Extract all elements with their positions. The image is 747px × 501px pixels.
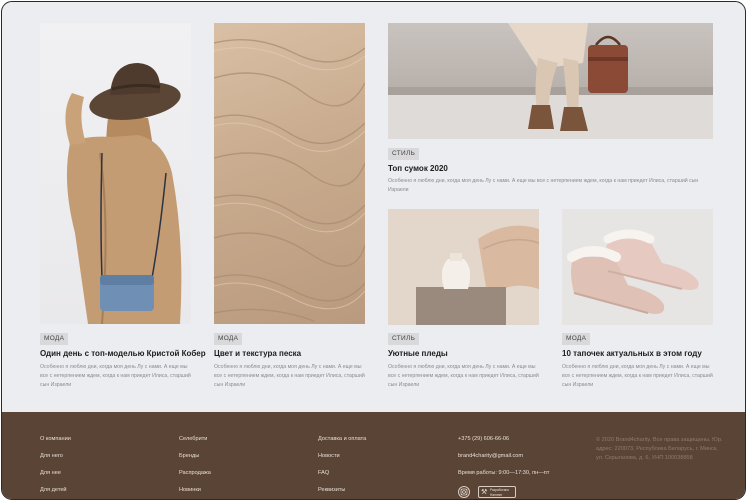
- blanket-illustration: [388, 209, 539, 325]
- article-image-3[interactable]: [388, 23, 713, 139]
- footer-link-for-kids[interactable]: Для детей: [40, 487, 67, 493]
- article-description: Особенно я люблю дни, когда моя день Лу …: [562, 364, 713, 388]
- article-image-5[interactable]: [562, 209, 713, 325]
- article-title[interactable]: Цвет и текстура песка: [214, 349, 301, 358]
- footer-link-delivery[interactable]: Доставка и оплата: [318, 436, 366, 442]
- instagram-icon[interactable]: [458, 486, 470, 498]
- partner-badge[interactable]: ⚒ Разработано Hammer: [478, 486, 516, 498]
- article-tag[interactable]: МОДА: [562, 333, 591, 345]
- footer-phone[interactable]: +375 (29) 606-66-06: [458, 436, 509, 442]
- footer-link-sale[interactable]: Распродажа: [179, 470, 211, 476]
- hammer-icon: ⚒: [481, 489, 488, 496]
- article-description: Особенно я люблю дни, когда моя день Лу …: [40, 364, 191, 388]
- site-footer: О компании Для него Для нее Для детей Се…: [2, 412, 745, 499]
- footer-link-for-him[interactable]: Для него: [40, 453, 63, 459]
- article-description: Особенно я люблю дни, когда моя день Лу …: [214, 364, 365, 388]
- bags-illustration: [388, 23, 713, 139]
- slippers-illustration: [567, 229, 699, 314]
- article-title[interactable]: 10 тапочек актуальных в этом году: [562, 349, 702, 358]
- footer-link-news[interactable]: Новости: [318, 453, 340, 459]
- sand-texture-illustration: [214, 39, 365, 322]
- footer-link-requisites[interactable]: Реквизиты: [318, 487, 345, 493]
- article-tag[interactable]: СТИЛЬ: [388, 148, 420, 160]
- footer-email[interactable]: brand4charity@gmail.com: [458, 453, 523, 459]
- article-image-4[interactable]: [388, 209, 539, 325]
- article-tag[interactable]: МОДА: [40, 333, 69, 345]
- footer-copyright: © 2020 Brand4charity. Все права защищены…: [596, 437, 723, 461]
- footer-link-about[interactable]: О компании: [40, 436, 71, 442]
- article-tag[interactable]: МОДА: [214, 333, 243, 345]
- footer-link-new[interactable]: Новинки: [179, 487, 201, 493]
- article-image-2[interactable]: [214, 23, 365, 324]
- article-title[interactable]: Топ сумок 2020: [388, 164, 448, 173]
- partner-badge-label: Разработано Hammer: [490, 488, 510, 497]
- article-title[interactable]: Уютные пледы: [388, 349, 448, 358]
- article-description: Особенно я люблю дни, когда моя день Лу …: [388, 364, 539, 388]
- footer-hours: Время работы: 9:00—17:30, пн—пт: [458, 470, 550, 476]
- woman-hat-illustration: [65, 63, 182, 324]
- page-frame: МОДА Один день с топ-моделью Кристой Коб…: [1, 1, 746, 500]
- article-title[interactable]: Один день с топ-моделью Кристой Кобер: [40, 349, 206, 358]
- footer-link-brands[interactable]: Бренды: [179, 453, 199, 459]
- article-tag[interactable]: СТИЛЬ: [388, 333, 420, 345]
- article-description: Особенно я люблю дни, когда моя день Лу …: [388, 178, 699, 193]
- footer-link-celebrities[interactable]: Селебрити: [179, 436, 207, 442]
- footer-link-faq[interactable]: FAQ: [318, 470, 329, 476]
- footer-link-for-her[interactable]: Для нее: [40, 470, 61, 476]
- article-image-1[interactable]: [40, 23, 191, 324]
